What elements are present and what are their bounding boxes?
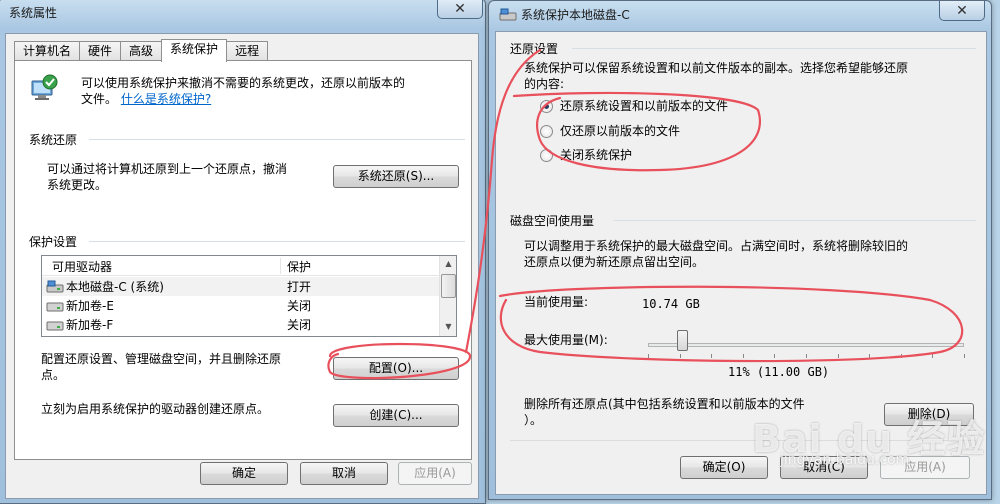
radio-turn-off-protection[interactable] [540,149,553,162]
radio-restore-files-only[interactable] [540,125,553,138]
window-client: 计算机名 硬件 高级 系统保护 远程 可以使用系统保护来撤消不需要的系统更改，还… [5,33,479,499]
drive-status: 关闭 [287,318,312,332]
close-icon: ✕ [454,0,466,17]
max-usage-slider-thumb[interactable] [676,330,688,351]
scroll-down-icon[interactable]: ▼ [441,319,456,335]
drive-status: 打开 [287,280,312,294]
scroll-thumb[interactable] [441,274,456,298]
intro-line1: 可以使用系统保护来撤消不需要的系统更改，还原以前版本的 [81,76,406,90]
tab-hardware[interactable]: 硬件 [79,41,122,61]
divider [572,48,976,49]
close-button[interactable]: ✕ [437,0,483,19]
column-protection[interactable]: 保护 [280,258,311,274]
slider-tick [869,354,871,358]
column-drive[interactable]: 可用驱动器 [52,258,112,275]
radio-restore-settings-and-files[interactable] [540,100,553,113]
slider-tick [679,354,681,358]
slider-tick [806,354,807,358]
slider-tick [774,354,776,358]
slider-tick [932,354,934,358]
max-usage-label: 最大使用量(M): [524,333,608,347]
intro-line2: 文件。 什么是系统保护? [81,91,211,107]
protection-settings-heading: 保护设置 [29,235,78,249]
divider [89,139,465,140]
create-button[interactable]: 创建(C)... [333,404,459,427]
configure-button[interactable]: 配置(O)... [333,357,459,380]
what-is-system-protection-link[interactable]: 什么是系统保护? [121,92,211,106]
option-label[interactable]: 仅还原以前版本的文件 [560,123,680,139]
intro-prefix: 文件。 [81,92,118,106]
slider-tick [900,354,902,358]
system-drive-icon [46,280,64,293]
window-title: 系统属性 [9,6,58,20]
table-row[interactable]: 新加卷-E 关闭 [42,296,440,315]
slider-tick [837,354,839,358]
current-usage-value: 10.74 GB [642,297,700,311]
close-icon: ✕ [956,2,968,19]
slider-tick [648,354,649,358]
slider-tick [711,354,713,358]
drive-icon [46,302,64,312]
close-button[interactable]: ✕ [939,1,985,21]
drive-name: 新加卷-F [66,318,114,332]
tab-computer-name[interactable]: 计算机名 [14,41,81,61]
table-row[interactable]: 本地磁盘-C (系统) 打开 [42,277,440,296]
window-title: 系统保护本地磁盘-C [521,8,630,22]
system-restore-button[interactable]: 系统还原(S)... [333,165,459,188]
drive-name: 新加卷-E [66,299,114,313]
divider [614,220,976,221]
restore-desc-line2: 的内容: [524,77,565,91]
drive-name: 本地磁盘-C (系统) [66,280,164,294]
config-desc-line1: 配置还原设置、管理磁盘空间，并且删除还原 [41,352,282,366]
option-label[interactable]: 还原系统设置和以前版本的文件 [560,98,728,114]
baidu-watermark-url: jingyan.baidu.com [780,452,910,468]
create-desc: 立刻为启用系统保护的驱动器创建还原点。 [41,402,270,416]
scroll-up-icon[interactable]: ▲ [441,256,456,272]
current-usage-label: 当前使用量: [524,295,589,309]
system-drive-icon [499,8,517,21]
list-scrollbar[interactable]: ▲ ▼ [439,256,456,336]
disk-usage-heading: 磁盘空间使用量 [510,214,595,228]
system-protection-icon [31,74,58,100]
max-usage-slider-track[interactable] [648,343,964,347]
drive-list[interactable]: 可用驱动器 保护 本地磁盘-C (系统) 打开 新加卷-E 关闭 新加卷-F 关… [41,255,457,337]
option-label[interactable]: 关闭系统保护 [560,147,632,163]
drive-icon [46,321,64,331]
max-usage-value: 11% (11.00 GB) [728,365,830,379]
system-restore-heading: 系统还原 [29,133,78,147]
cancel-button[interactable]: 取消 [300,462,388,485]
disk-desc-line1: 可以调整用于系统保护的最大磁盘空间。占满空间时，系统将删除较旧的 [524,239,909,253]
tab-remote[interactable]: 远程 [226,41,269,61]
slider-tick [742,354,744,358]
ok-button[interactable]: 确定 [200,462,288,485]
drive-status: 关闭 [287,299,312,313]
system-protection-panel: 可以使用系统保护来撤消不需要的系统更改，还原以前版本的 文件。 什么是系统保护?… [14,60,472,460]
tab-advanced[interactable]: 高级 [120,41,163,61]
list-header: 可用驱动器 保护 [42,256,440,276]
tab-system-protection[interactable]: 系统保护 [161,39,228,62]
system-restore-desc-line2: 系统更改。 [47,178,108,192]
system-properties-window: 系统属性 ✕ 计算机名 硬件 高级 系统保护 远程 可以使用系统保护来撤消不需要… [0,0,486,504]
system-restore-desc-line1: 可以通过将计算机还原到上一个还原点，撤消 [47,162,288,176]
divider [89,241,465,242]
config-desc-line2: 点。 [41,368,66,382]
tab-strip: 计算机名 硬件 高级 系统保护 远程 [14,39,269,62]
disk-desc-line2: 还原点以便为新还原点留出空间。 [524,255,705,269]
restore-desc-line1: 系统保护可以保留系统设置和以前文件版本的副本。选择您希望能够还原 [524,61,909,75]
table-row[interactable]: 新加卷-F 关闭 [42,315,440,334]
restore-settings-heading: 还原设置 [510,42,559,56]
apply-button[interactable]: 应用(A) [398,462,472,485]
slider-tick [964,354,965,358]
delete-desc-line2: ）。 [524,413,543,427]
